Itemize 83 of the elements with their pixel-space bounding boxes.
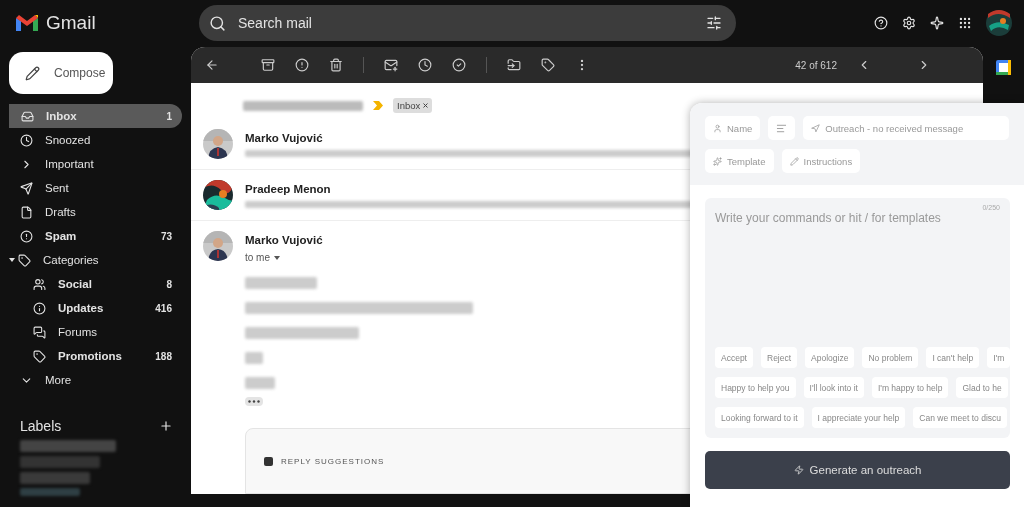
pager-text: 42 of 612 bbox=[795, 59, 837, 71]
people-icon bbox=[33, 277, 46, 291]
calendar-icon[interactable] bbox=[996, 60, 1011, 75]
tag-icon[interactable] bbox=[541, 58, 555, 72]
clock-icon bbox=[20, 133, 33, 147]
logo-icon bbox=[16, 15, 38, 31]
importance-icon bbox=[373, 101, 383, 110]
mail-icon[interactable] bbox=[384, 58, 398, 72]
inbox-label[interactable]: Inbox bbox=[393, 98, 433, 113]
file-icon bbox=[20, 205, 33, 219]
apps-icon[interactable] bbox=[958, 16, 972, 30]
send-icon bbox=[20, 181, 33, 195]
lines-icon bbox=[776, 122, 788, 134]
folder-icon[interactable] bbox=[507, 58, 521, 72]
report-icon[interactable] bbox=[295, 58, 309, 72]
chat-icon bbox=[33, 325, 46, 339]
navigation-icon bbox=[811, 123, 821, 133]
suggestion-chip[interactable]: I'll look into it bbox=[803, 377, 864, 398]
generate-button[interactable]: Generate an outreach bbox=[705, 451, 1010, 489]
nav-item[interactable]: Forums bbox=[0, 320, 182, 344]
sender-name: Pradeep Menon bbox=[245, 183, 332, 195]
sparkle-icon[interactable] bbox=[930, 16, 944, 30]
suggestion-chip[interactable]: Apologize bbox=[805, 347, 855, 368]
pencil-icon bbox=[25, 65, 40, 81]
app-name: Gmail bbox=[46, 12, 96, 34]
filter-icon bbox=[706, 15, 722, 31]
nav-item[interactable]: Categories bbox=[0, 248, 182, 272]
instructions-button[interactable]: Instructions bbox=[781, 149, 861, 173]
search-field[interactable]: Search mail bbox=[236, 14, 696, 32]
recipient-menu[interactable]: to me bbox=[245, 252, 323, 263]
suggestion-chip[interactable]: I appreciate your help bbox=[811, 407, 906, 428]
nav-item[interactable]: Important bbox=[0, 152, 182, 176]
search-bar[interactable]: Search mail bbox=[199, 5, 736, 41]
mode-button[interactable]: Outreach - no received message bbox=[803, 116, 1009, 140]
lightning-icon bbox=[793, 465, 804, 475]
archive-icon[interactable] bbox=[261, 58, 275, 72]
suggestion-chip[interactable]: Reject bbox=[761, 347, 798, 368]
command-field[interactable]: Write your commands or hit / for templates bbox=[715, 211, 1000, 347]
nav-item[interactable]: Updates 416 bbox=[0, 296, 182, 320]
alert-icon bbox=[20, 229, 33, 243]
back-icon[interactable] bbox=[205, 58, 219, 72]
nav-item[interactable]: Inbox 1 bbox=[9, 104, 182, 128]
trash-icon[interactable] bbox=[329, 58, 343, 72]
caret-icon[interactable] bbox=[274, 255, 280, 260]
sender-name: Marko Vujović bbox=[245, 132, 324, 144]
suggestion-chip[interactable]: Glad to he bbox=[956, 377, 1008, 398]
close-icon[interactable] bbox=[423, 103, 429, 108]
nav-item[interactable]: Social 8 bbox=[0, 272, 182, 296]
suggestion-chip[interactable]: I'm bbox=[987, 347, 1011, 368]
template-button[interactable]: Template bbox=[705, 149, 774, 173]
person-icon bbox=[713, 123, 722, 133]
suggestion-chip[interactable]: No problem bbox=[862, 347, 919, 368]
name-button[interactable]: Name bbox=[705, 116, 761, 140]
check-circle-icon[interactable] bbox=[452, 58, 466, 72]
suggestion-chip[interactable]: I can't help bbox=[926, 347, 980, 368]
help-icon[interactable] bbox=[874, 16, 888, 30]
caret-icon[interactable] bbox=[9, 258, 15, 262]
pencil-icon bbox=[789, 156, 799, 166]
suggestion-chip[interactable]: Can we meet to discu bbox=[913, 407, 1008, 428]
nav-item[interactable]: Spam 73 bbox=[0, 224, 182, 248]
ellipsis-icon[interactable] bbox=[245, 397, 263, 406]
info-icon bbox=[33, 301, 46, 315]
nav-item[interactable]: Snoozed bbox=[0, 128, 182, 152]
labels-heading: Labels bbox=[20, 418, 62, 434]
suggestion-chip[interactable]: I'm happy to help bbox=[871, 377, 949, 398]
inbox-icon bbox=[21, 109, 34, 123]
suggestion-chip[interactable]: Happy to help you bbox=[715, 377, 796, 398]
nav-item[interactable]: More bbox=[0, 368, 182, 392]
sender-name: Marko Vujović bbox=[245, 234, 323, 246]
search-icon bbox=[209, 14, 226, 32]
nav-item[interactable]: Drafts bbox=[0, 200, 182, 224]
tag-icon bbox=[18, 253, 31, 267]
clock-icon[interactable] bbox=[418, 58, 432, 72]
suggestion-chip[interactable]: Looking forward to it bbox=[715, 407, 804, 428]
suggestion-chip[interactable]: Accept bbox=[715, 347, 753, 368]
tag-icon bbox=[33, 349, 46, 363]
nav-item[interactable]: Promotions 188 bbox=[0, 344, 182, 368]
reply-suggestions-heading: REPLY SUGGESTIONS bbox=[281, 456, 385, 466]
plus-icon[interactable] bbox=[159, 419, 173, 433]
compose-button[interactable]: Compose bbox=[9, 52, 113, 94]
nav-item[interactable]: Sent bbox=[0, 176, 182, 200]
settings-icon[interactable] bbox=[902, 16, 916, 30]
sparkles-icon bbox=[713, 156, 722, 166]
